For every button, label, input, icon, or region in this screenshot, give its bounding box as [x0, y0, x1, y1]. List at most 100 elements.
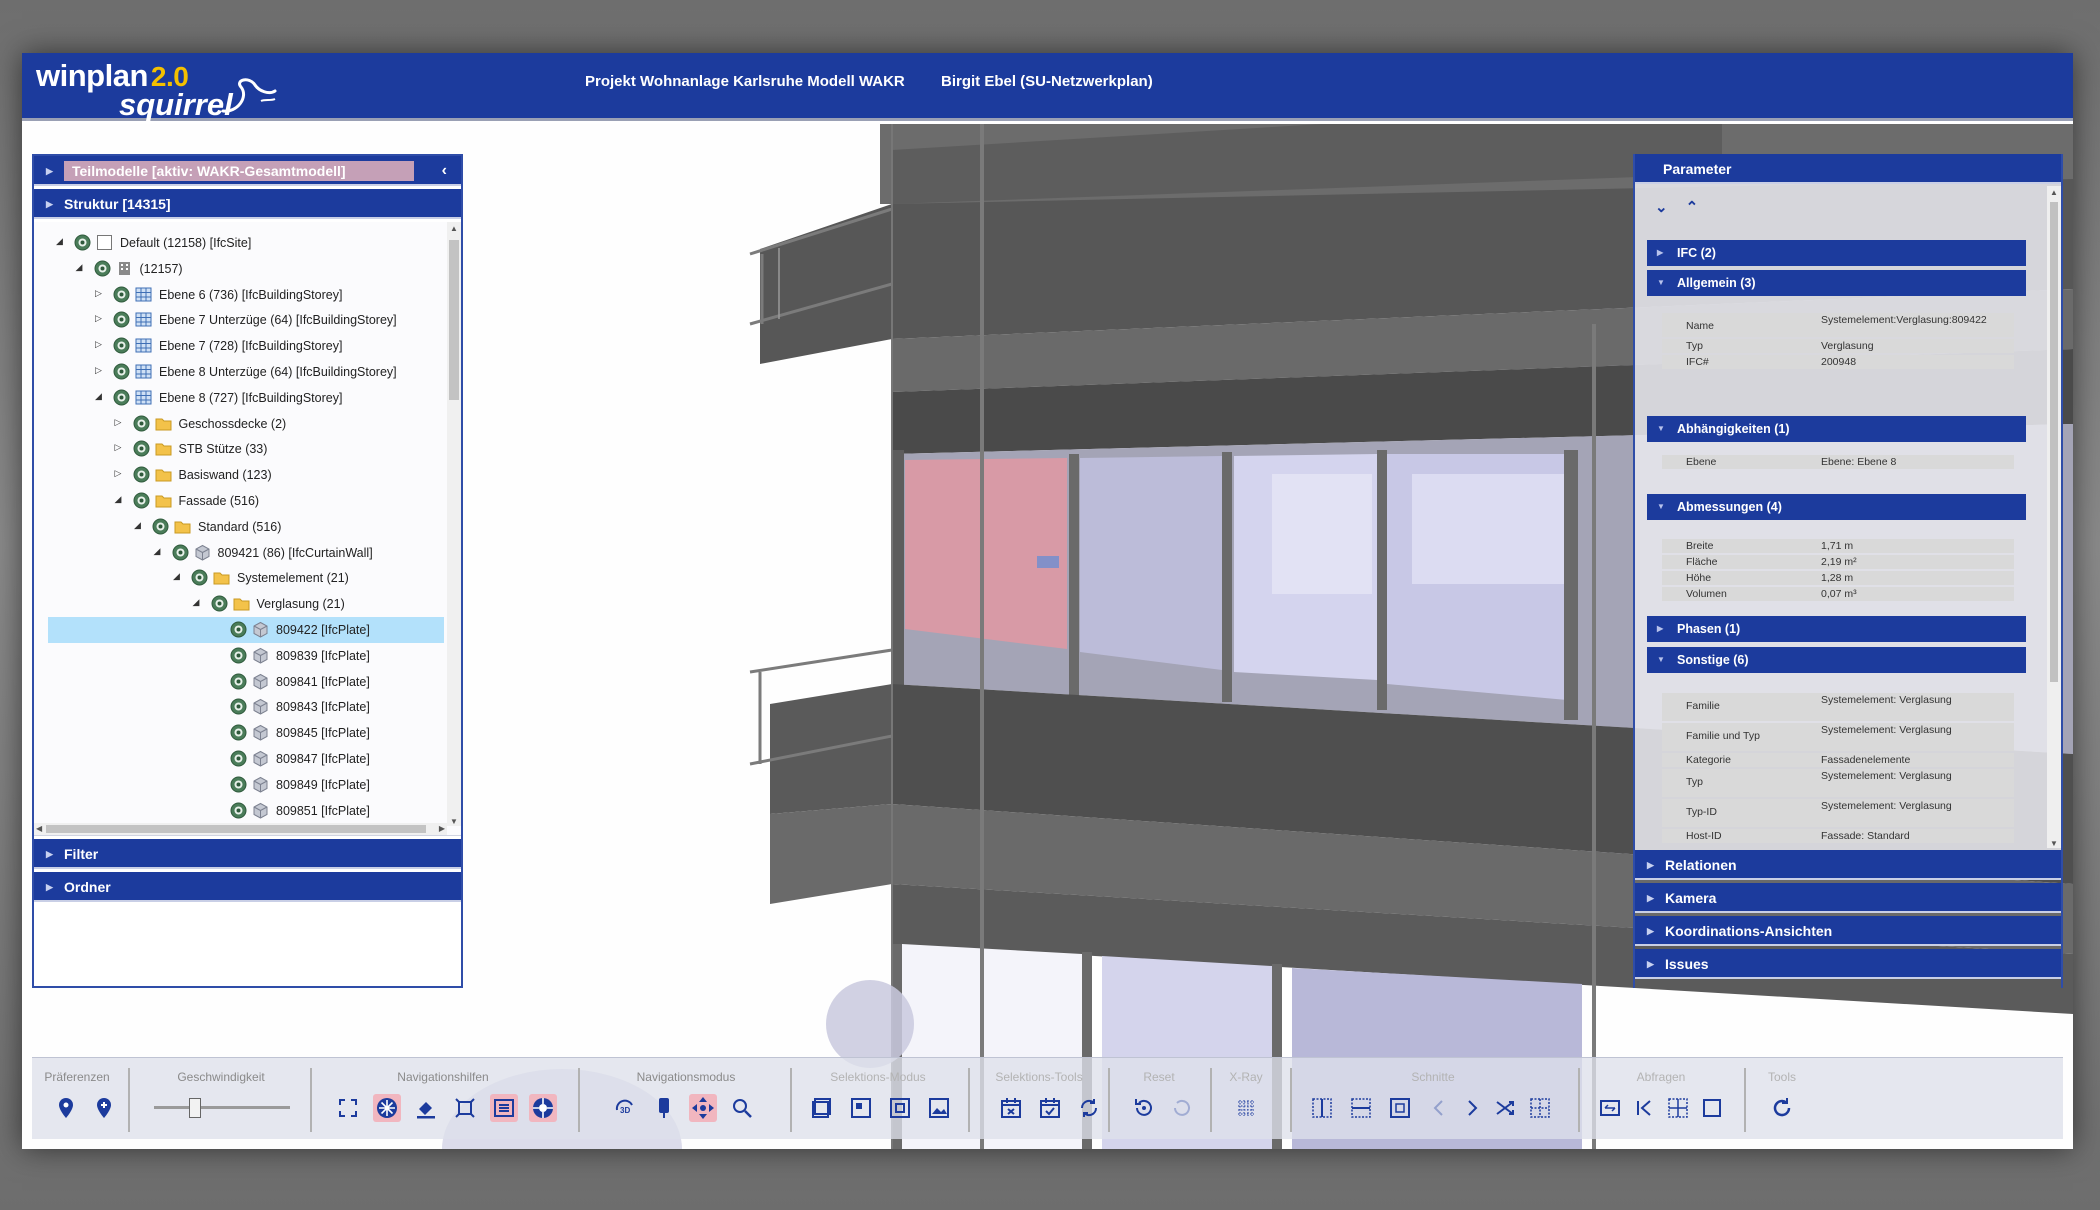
visibility-toggle-icon[interactable]: [113, 311, 130, 328]
scroll-thumb[interactable]: [2050, 202, 2058, 682]
checkbox-icon[interactable]: [96, 234, 113, 251]
visibility-toggle-icon[interactable]: [230, 724, 247, 741]
visibility-toggle-icon[interactable]: [211, 595, 228, 612]
tree-collapse-toggle-icon[interactable]: ◢: [56, 236, 66, 247]
xray-grid-icon[interactable]: [1232, 1094, 1260, 1122]
issues-header[interactable]: ▶ Issues: [1635, 949, 2061, 979]
scroll-left-icon[interactable]: ◀: [36, 824, 42, 833]
scroll-up-icon[interactable]: ▲: [450, 224, 458, 233]
collapse-panel-icon[interactable]: ‹: [442, 156, 447, 186]
visibility-toggle-icon[interactable]: [191, 569, 208, 586]
tree-collapse-toggle-icon[interactable]: ◢: [95, 391, 105, 402]
visibility-toggle-icon[interactable]: [113, 363, 130, 380]
speed-slider-handle[interactable]: [188, 1098, 201, 1118]
zoom-extent-icon[interactable]: [451, 1094, 479, 1122]
visibility-toggle-icon[interactable]: [230, 698, 247, 715]
tree-expand-toggle-icon[interactable]: ▷: [95, 339, 105, 350]
scroll-down-icon[interactable]: ▼: [2050, 839, 2058, 848]
list-panel-icon[interactable]: [490, 1094, 518, 1122]
tree-horizontal-scrollbar[interactable]: ◀ ▶: [34, 823, 447, 835]
tree-row[interactable]: 809849 [IfcPlate]: [34, 772, 444, 798]
first-point-icon[interactable]: [1630, 1094, 1658, 1122]
visibility-toggle-icon[interactable]: [133, 415, 150, 432]
tree-row-selected[interactable]: 809422 [IfcPlate]: [48, 616, 444, 643]
scroll-thumb[interactable]: [449, 240, 459, 400]
scroll-up-icon[interactable]: ▲: [2050, 188, 2058, 197]
parameter-header[interactable]: Parameter: [1635, 154, 2061, 184]
section-sonstige[interactable]: ▼ Sonstige (6): [1647, 647, 2026, 673]
visibility-toggle-icon[interactable]: [230, 776, 247, 793]
tree-expand-toggle-icon[interactable]: ▷: [95, 288, 105, 299]
section-ifc[interactable]: ▶ IFC (2): [1647, 240, 2026, 266]
measure-grid-icon[interactable]: [1664, 1094, 1692, 1122]
visibility-toggle-icon[interactable]: [230, 673, 247, 690]
tree-row[interactable]: ▷ Geschossdecke (2): [34, 411, 444, 437]
tree-expand-toggle-icon[interactable]: ▷: [115, 442, 125, 453]
visibility-toggle-icon[interactable]: [133, 492, 150, 509]
tree-vertical-scrollbar[interactable]: ▲ ▼: [447, 222, 461, 826]
tree-expand-toggle-icon[interactable]: ▷: [115, 468, 125, 479]
tree-expand-toggle-icon[interactable]: ▷: [95, 365, 105, 376]
tree-row[interactable]: 809847 [IfcPlate]: [34, 746, 444, 772]
speed-slider-track[interactable]: [154, 1106, 290, 1109]
tree-row[interactable]: ▷ STB Stütze (33): [34, 436, 444, 462]
relationen-header[interactable]: ▶ Relationen: [1635, 850, 2061, 880]
tree-expand-toggle-icon[interactable]: ▷: [95, 313, 105, 324]
tree-row[interactable]: ▷ Ebene 6 (736) [IfcBuildingStorey]: [34, 282, 444, 308]
tree-expand-toggle-icon[interactable]: ▷: [115, 417, 125, 428]
parameter-scrollbar[interactable]: ▲ ▼: [2047, 186, 2061, 848]
expand-collapse-all[interactable]: ⌄⌃: [1655, 198, 1716, 216]
tree-row[interactable]: ◢ Systemelement (21): [34, 565, 444, 591]
tree-row[interactable]: ◢ (12157): [34, 256, 444, 282]
tree-row[interactable]: 809841 [IfcPlate]: [34, 669, 444, 695]
tree-row[interactable]: ◢ Fassade (516): [34, 488, 444, 514]
visibility-toggle-icon[interactable]: [113, 337, 130, 354]
select-box-icon[interactable]: [886, 1094, 914, 1122]
filter-header[interactable]: ▶ Filter: [34, 839, 461, 869]
visibility-toggle-icon[interactable]: [172, 544, 189, 561]
pan-move-icon[interactable]: [689, 1094, 717, 1122]
invert-selection-icon[interactable]: [1075, 1094, 1103, 1122]
measure-area-icon[interactable]: [1596, 1094, 1624, 1122]
section-box-icon[interactable]: [1526, 1094, 1554, 1122]
visibility-toggle-icon[interactable]: [74, 234, 91, 251]
refresh-icon[interactable]: [1768, 1094, 1796, 1122]
chevron-right-icon[interactable]: [1458, 1094, 1486, 1122]
calendar-clear-icon[interactable]: [997, 1094, 1025, 1122]
tree-row[interactable]: 809845 [IfcPlate]: [34, 720, 444, 746]
walk-mode-icon[interactable]: [650, 1094, 678, 1122]
section-y-icon[interactable]: [1347, 1094, 1375, 1122]
struktur-header[interactable]: ▶ Struktur [14315]: [34, 189, 461, 219]
add-location-pin-icon[interactable]: [90, 1094, 118, 1122]
shuffle-icon[interactable]: [1491, 1094, 1519, 1122]
settings-wheel-icon[interactable]: [529, 1094, 557, 1122]
tree-collapse-toggle-icon[interactable]: ◢: [134, 520, 144, 531]
tree-collapse-toggle-icon[interactable]: ◢: [193, 597, 203, 608]
tree-row[interactable]: ▷ Ebene 7 Unterzüge (64) [IfcBuildingStor…: [34, 307, 444, 333]
section-allgemein[interactable]: ▼ Allgemein (3): [1647, 270, 2026, 296]
koordinations-header[interactable]: ▶ Koordinations-Ansichten: [1635, 916, 2061, 946]
orbit-3d-icon[interactable]: 3D: [611, 1094, 639, 1122]
chevron-up-icon[interactable]: ⌃: [1686, 199, 1717, 216]
scroll-thumb[interactable]: [46, 825, 426, 833]
kamera-header[interactable]: ▶ Kamera: [1635, 883, 2061, 913]
reset-view-icon[interactable]: [1130, 1094, 1158, 1122]
tree-row[interactable]: ◢ Default (12158) [IfcSite]: [34, 230, 444, 256]
location-pin-icon[interactable]: [52, 1094, 80, 1122]
tree-collapse-toggle-icon[interactable]: ◢: [115, 494, 125, 505]
measure-box-icon[interactable]: [1698, 1094, 1726, 1122]
section-z-icon[interactable]: [1386, 1094, 1414, 1122]
tree-row[interactable]: 809839 [IfcPlate]: [34, 643, 444, 669]
teilmodelle-header[interactable]: ▶ Teilmodelle [aktiv: WAKR-Gesamtmodell]…: [34, 156, 461, 186]
select-image-icon[interactable]: [925, 1094, 953, 1122]
tree-row[interactable]: ▷ Ebene 8 Unterzüge (64) [IfcBuildingStor…: [34, 359, 444, 385]
section-phasen[interactable]: ▶ Phasen (1): [1647, 616, 2026, 642]
tree-row[interactable]: ◢ 809421 (86) [IfcCurtainWall]: [34, 540, 444, 566]
tree-row[interactable]: ◢ Verglasung (21): [34, 591, 444, 617]
reset-all-icon[interactable]: [1168, 1094, 1196, 1122]
visibility-toggle-icon[interactable]: [230, 647, 247, 664]
tree-row[interactable]: 809843 [IfcPlate]: [34, 694, 444, 720]
visibility-toggle-icon[interactable]: [133, 466, 150, 483]
chevron-down-icon[interactable]: ⌄: [1655, 199, 1686, 216]
scroll-down-icon[interactable]: ▼: [450, 817, 458, 826]
